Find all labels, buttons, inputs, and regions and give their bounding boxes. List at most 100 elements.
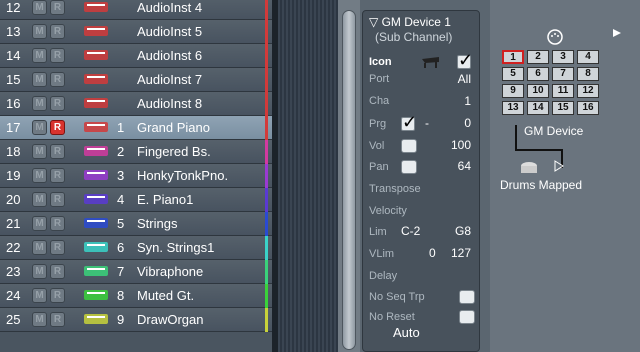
- gm-channel-cell[interactable]: 3: [552, 50, 574, 64]
- mute-button[interactable]: M: [32, 72, 47, 87]
- mute-button[interactable]: M: [32, 312, 47, 327]
- record-button[interactable]: R: [50, 24, 65, 39]
- mute-button[interactable]: M: [32, 0, 47, 15]
- grand-piano-icon[interactable]: [421, 55, 441, 69]
- track-row[interactable]: 23 M R 7 Vibraphone: [0, 260, 272, 284]
- gm-channel-cell[interactable]: 11: [552, 84, 574, 98]
- track-name[interactable]: 7 Vibraphone: [117, 264, 203, 279]
- audio-instrument-icon[interactable]: [78, 47, 114, 64]
- mute-button[interactable]: M: [32, 96, 47, 111]
- audio-instrument-icon[interactable]: [78, 95, 114, 112]
- gm-channel-cell[interactable]: 10: [527, 84, 549, 98]
- lim-high[interactable]: G8: [455, 224, 471, 238]
- velocity-label[interactable]: Velocity: [369, 205, 407, 217]
- track-row[interactable]: 15 M R AudioInst 7: [0, 68, 272, 92]
- vlim-low[interactable]: 0: [429, 246, 436, 260]
- track-name[interactable]: AudioInst 8: [137, 96, 202, 111]
- track-name[interactable]: 2 Fingered Bs.: [117, 144, 211, 159]
- track-row[interactable]: 18 M R 2 Fingered Bs.: [0, 140, 272, 164]
- gm-channel-cell[interactable]: 5: [502, 67, 524, 81]
- vibraphone-icon[interactable]: [78, 263, 114, 280]
- gm-channel-cell[interactable]: 4: [577, 50, 599, 64]
- gm-channel-cell[interactable]: 7: [552, 67, 574, 81]
- track-row[interactable]: 14 M R AudioInst 6: [0, 44, 272, 68]
- track-name[interactable]: AudioInst 7: [137, 72, 202, 87]
- mute-button[interactable]: M: [32, 264, 47, 279]
- audio-instrument-icon[interactable]: [78, 23, 114, 40]
- track-name[interactable]: 3 HonkyTonkPno.: [117, 168, 228, 183]
- prg-value[interactable]: 0: [464, 116, 471, 130]
- track-name[interactable]: AudioInst 5: [137, 24, 202, 39]
- port-value[interactable]: All: [458, 72, 471, 86]
- no-seq-trp-toggle[interactable]: [459, 290, 475, 304]
- output-triangle-icon[interactable]: [612, 28, 622, 38]
- vlim-high[interactable]: 127: [451, 246, 471, 260]
- track-row[interactable]: 20 M R 4 E. Piano1: [0, 188, 272, 212]
- track-name[interactable]: 1 Grand Piano: [117, 120, 210, 135]
- track-row[interactable]: 17 M R 1 Grand Piano: [0, 116, 272, 140]
- track-row[interactable]: 24 M R 8 Muted Gt.: [0, 284, 272, 308]
- track-row[interactable]: 12 M R AudioInst 4: [0, 0, 272, 20]
- gm-channel-cell[interactable]: 6: [527, 67, 549, 81]
- honkytonk-piano-icon[interactable]: [78, 167, 114, 184]
- mute-button[interactable]: M: [32, 24, 47, 39]
- gm-channel-cell[interactable]: 12: [577, 84, 599, 98]
- strings-icon[interactable]: [78, 215, 114, 232]
- track-name[interactable]: AudioInst 4: [137, 0, 202, 15]
- organ-icon[interactable]: [78, 311, 114, 328]
- vertical-scrollbar[interactable]: [338, 0, 360, 352]
- cha-value[interactable]: 1: [464, 94, 471, 108]
- record-button[interactable]: R: [50, 216, 65, 231]
- record-button[interactable]: R: [50, 288, 65, 303]
- audio-instrument-icon[interactable]: [78, 0, 114, 16]
- gm-channel-cell[interactable]: 13: [502, 101, 524, 115]
- icon-checkbox[interactable]: [457, 50, 473, 71]
- scrollbar-thumb[interactable]: [342, 10, 356, 350]
- gm-channel-cell[interactable]: 9: [502, 84, 524, 98]
- track-row[interactable]: 13 M R AudioInst 5: [0, 20, 272, 44]
- gm-channel-cell[interactable]: 8: [577, 67, 599, 81]
- vol-value[interactable]: 100: [451, 138, 471, 152]
- mute-button[interactable]: M: [32, 168, 47, 183]
- bass-guitar-icon[interactable]: [78, 143, 114, 160]
- record-button[interactable]: R: [50, 0, 65, 15]
- gm-channel-cell[interactable]: 2: [527, 50, 549, 64]
- track-row[interactable]: 25 M R 9 DrawOrgan: [0, 308, 272, 332]
- lim-low[interactable]: C-2: [401, 224, 420, 238]
- prg-checkbox[interactable]: [401, 112, 417, 133]
- arrange-area[interactable]: [272, 0, 338, 352]
- mute-button[interactable]: M: [32, 216, 47, 231]
- grand-piano-icon[interactable]: [78, 119, 114, 136]
- track-name[interactable]: 6 Syn. Strings1: [117, 240, 214, 255]
- synth-strings-icon[interactable]: [78, 239, 114, 256]
- record-button[interactable]: R: [50, 264, 65, 279]
- track-name[interactable]: 5 Strings: [117, 216, 177, 231]
- record-button[interactable]: R: [50, 72, 65, 87]
- mute-button[interactable]: M: [32, 144, 47, 159]
- gm-channel-cell[interactable]: 1: [502, 50, 524, 64]
- muted-guitar-icon[interactable]: [78, 287, 114, 304]
- record-button[interactable]: R: [50, 48, 65, 63]
- output-triangle-icon-drums[interactable]: [554, 160, 564, 172]
- transpose-label[interactable]: Transpose: [369, 183, 421, 195]
- track-name[interactable]: 8 Muted Gt.: [117, 288, 194, 303]
- gm-channel-cell[interactable]: 16: [577, 101, 599, 115]
- track-row[interactable]: 19 M R 3 HonkyTonkPno.: [0, 164, 272, 188]
- record-button[interactable]: R: [50, 96, 65, 111]
- record-button[interactable]: R: [50, 168, 65, 183]
- inspector-title[interactable]: ▽ GM Device 1: [369, 15, 451, 29]
- mute-button[interactable]: M: [32, 288, 47, 303]
- gm-channel-cell[interactable]: 15: [552, 101, 574, 115]
- audio-instrument-icon[interactable]: [78, 71, 114, 88]
- pan-value[interactable]: 64: [458, 159, 471, 173]
- mute-button[interactable]: M: [32, 120, 47, 135]
- delay-label[interactable]: Delay: [369, 270, 397, 282]
- gm-device-object[interactable]: 1 2 3 4 5 6 7 8 9 10 11 12 13 14 15 16 GM Device: [502, 28, 621, 138]
- mute-button[interactable]: M: [32, 48, 47, 63]
- record-button[interactable]: R: [50, 120, 65, 135]
- mute-button[interactable]: M: [32, 240, 47, 255]
- electric-piano-icon[interactable]: [78, 191, 114, 208]
- auto-label[interactable]: Auto: [393, 325, 420, 340]
- vol-toggle[interactable]: [401, 139, 417, 153]
- no-reset-toggle[interactable]: [459, 310, 475, 324]
